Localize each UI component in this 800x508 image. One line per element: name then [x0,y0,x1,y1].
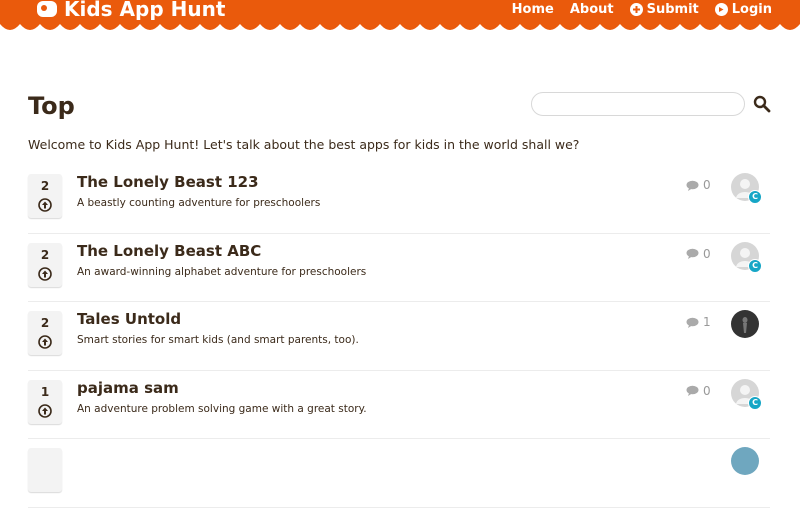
avatar[interactable]: C [731,241,762,273]
user-photo-icon [742,317,748,333]
list-item: 2 Tales Untold Smart stories for smart k… [28,302,770,371]
post-title[interactable]: Tales Untold [77,310,181,328]
upvote-arrow-icon [38,266,52,281]
post-tagline: An award-winning alphabet adventure for … [77,265,367,278]
user-badge: C [748,258,762,273]
post-title[interactable]: The Lonely Beast ABC [77,242,261,260]
nav-about-label: About [569,2,614,17]
vote-count: 2 [40,247,50,262]
top-nav: Home About Submit Login [512,2,772,17]
comment-bubble-icon [686,180,699,191]
brand-title: Kids App Hunt [64,0,226,21]
post-tagline: An adventure problem solving game with a… [77,402,367,415]
comments-link[interactable]: 0 [686,247,711,261]
search-icon[interactable] [753,95,771,113]
header-bar: Kids App Hunt Home About Submit Login [0,0,800,22]
page-title: Top [28,92,75,120]
list-item: 1 pajama sam An adventure problem solvin… [28,371,770,439]
login-arrow-icon [714,3,728,16]
nav-login-label: Login [731,2,772,17]
list-item: 2 The Lonely Beast ABC An award-winning … [28,234,770,302]
vote-count: 2 [40,316,50,330]
upvote-arrow-icon [38,335,52,349]
avatar[interactable] [731,447,759,475]
logo-icon [37,1,57,17]
vote-count: 2 [40,179,50,193]
comments-link[interactable]: 0 [686,384,711,398]
nav-submit[interactable]: Submit [629,2,699,17]
comments-link[interactable]: 0 [686,178,711,192]
upvote-arrow-icon [38,403,52,418]
welcome-text: Welcome to Kids App Hunt! Let's talk abo… [28,137,580,152]
nav-about[interactable]: About [570,2,614,17]
post-tagline: A beastly counting adventure for prescho… [77,197,321,209]
upvote-button[interactable] [28,448,62,492]
list-item: 2 The Lonely Beast 123 A beastly countin… [28,165,770,234]
user-badge: C [748,190,762,204]
post-list: 2 The Lonely Beast 123 A beastly countin… [28,165,770,508]
user-badge: C [748,395,762,410]
comments-link[interactable]: 1 [686,315,711,329]
list-item [28,439,770,508]
nav-submit-label: Submit [646,2,699,17]
post-tagline: Smart stories for smart kids (and smart … [77,334,359,346]
comment-bubble-icon [686,385,699,396]
avatar[interactable]: C [731,173,762,204]
avatar[interactable] [731,310,759,338]
avatar[interactable]: C [731,378,762,410]
nav-home[interactable]: Home [512,2,554,17]
upvote-button[interactable]: 2 [28,242,62,287]
upvote-button[interactable]: 1 [28,379,62,424]
upvote-button[interactable]: 2 [28,174,62,218]
post-title[interactable]: The Lonely Beast 123 [77,173,259,191]
brand[interactable]: Kids App Hunt [36,0,225,19]
post-title[interactable]: pajama sam [77,379,179,397]
upvote-button[interactable]: 2 [28,311,62,355]
comment-count: 0 [703,246,711,261]
comment-bubble-icon [686,317,699,328]
upvote-arrow-icon [38,198,52,212]
nav-login[interactable]: Login [714,2,772,17]
vote-count: 1 [40,384,50,399]
search-bar [531,92,771,120]
comment-bubble-icon [686,248,699,259]
comment-count: 1 [703,315,711,329]
comment-count: 0 [703,178,711,192]
nav-home-label: Home [511,2,554,17]
plus-circle-icon [629,3,643,16]
header-scallop-edge [0,20,800,30]
search-input[interactable] [531,92,745,116]
comment-count: 0 [703,383,711,398]
